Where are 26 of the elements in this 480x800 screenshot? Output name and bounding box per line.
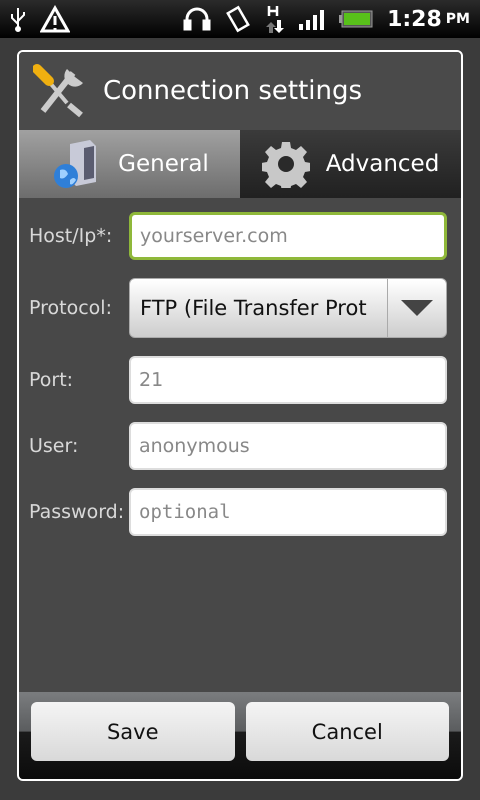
input-field[interactable]: anonymous: [129, 422, 447, 470]
dialog-button[interactable]: Save: [31, 702, 234, 761]
signal-icon: [299, 8, 326, 30]
clock-period: PM: [446, 11, 470, 27]
tab[interactable]: Advanced: [240, 130, 461, 198]
field-label: Password:: [29, 501, 125, 523]
data-arrows-icon: [265, 4, 286, 34]
field-label: Port:: [29, 369, 74, 391]
headset-icon: [183, 5, 212, 33]
field-label: User:: [29, 435, 80, 457]
field-label: Host/Ip*:: [29, 225, 114, 247]
gear-icon: [262, 140, 310, 188]
dialog-button[interactable]: Cancel: [246, 702, 449, 761]
dialog-title: Connection settings: [103, 76, 362, 106]
vibrate-icon: [225, 5, 252, 33]
dropdown-arrow-icon: [401, 300, 433, 316]
battery-icon: [339, 10, 374, 28]
input-field[interactable]: 21: [129, 356, 447, 404]
clock-time: 1:28: [387, 6, 442, 32]
field-label: Protocol:: [29, 297, 113, 319]
input-field[interactable]: yourserver.com: [129, 212, 447, 260]
protocol-dropdown[interactable]: FTP (File Transfer Prot: [129, 278, 447, 338]
tab[interactable]: General: [19, 130, 240, 198]
warning-icon: [40, 5, 70, 33]
input-field[interactable]: optional: [129, 488, 447, 536]
usb-icon: [10, 6, 26, 32]
